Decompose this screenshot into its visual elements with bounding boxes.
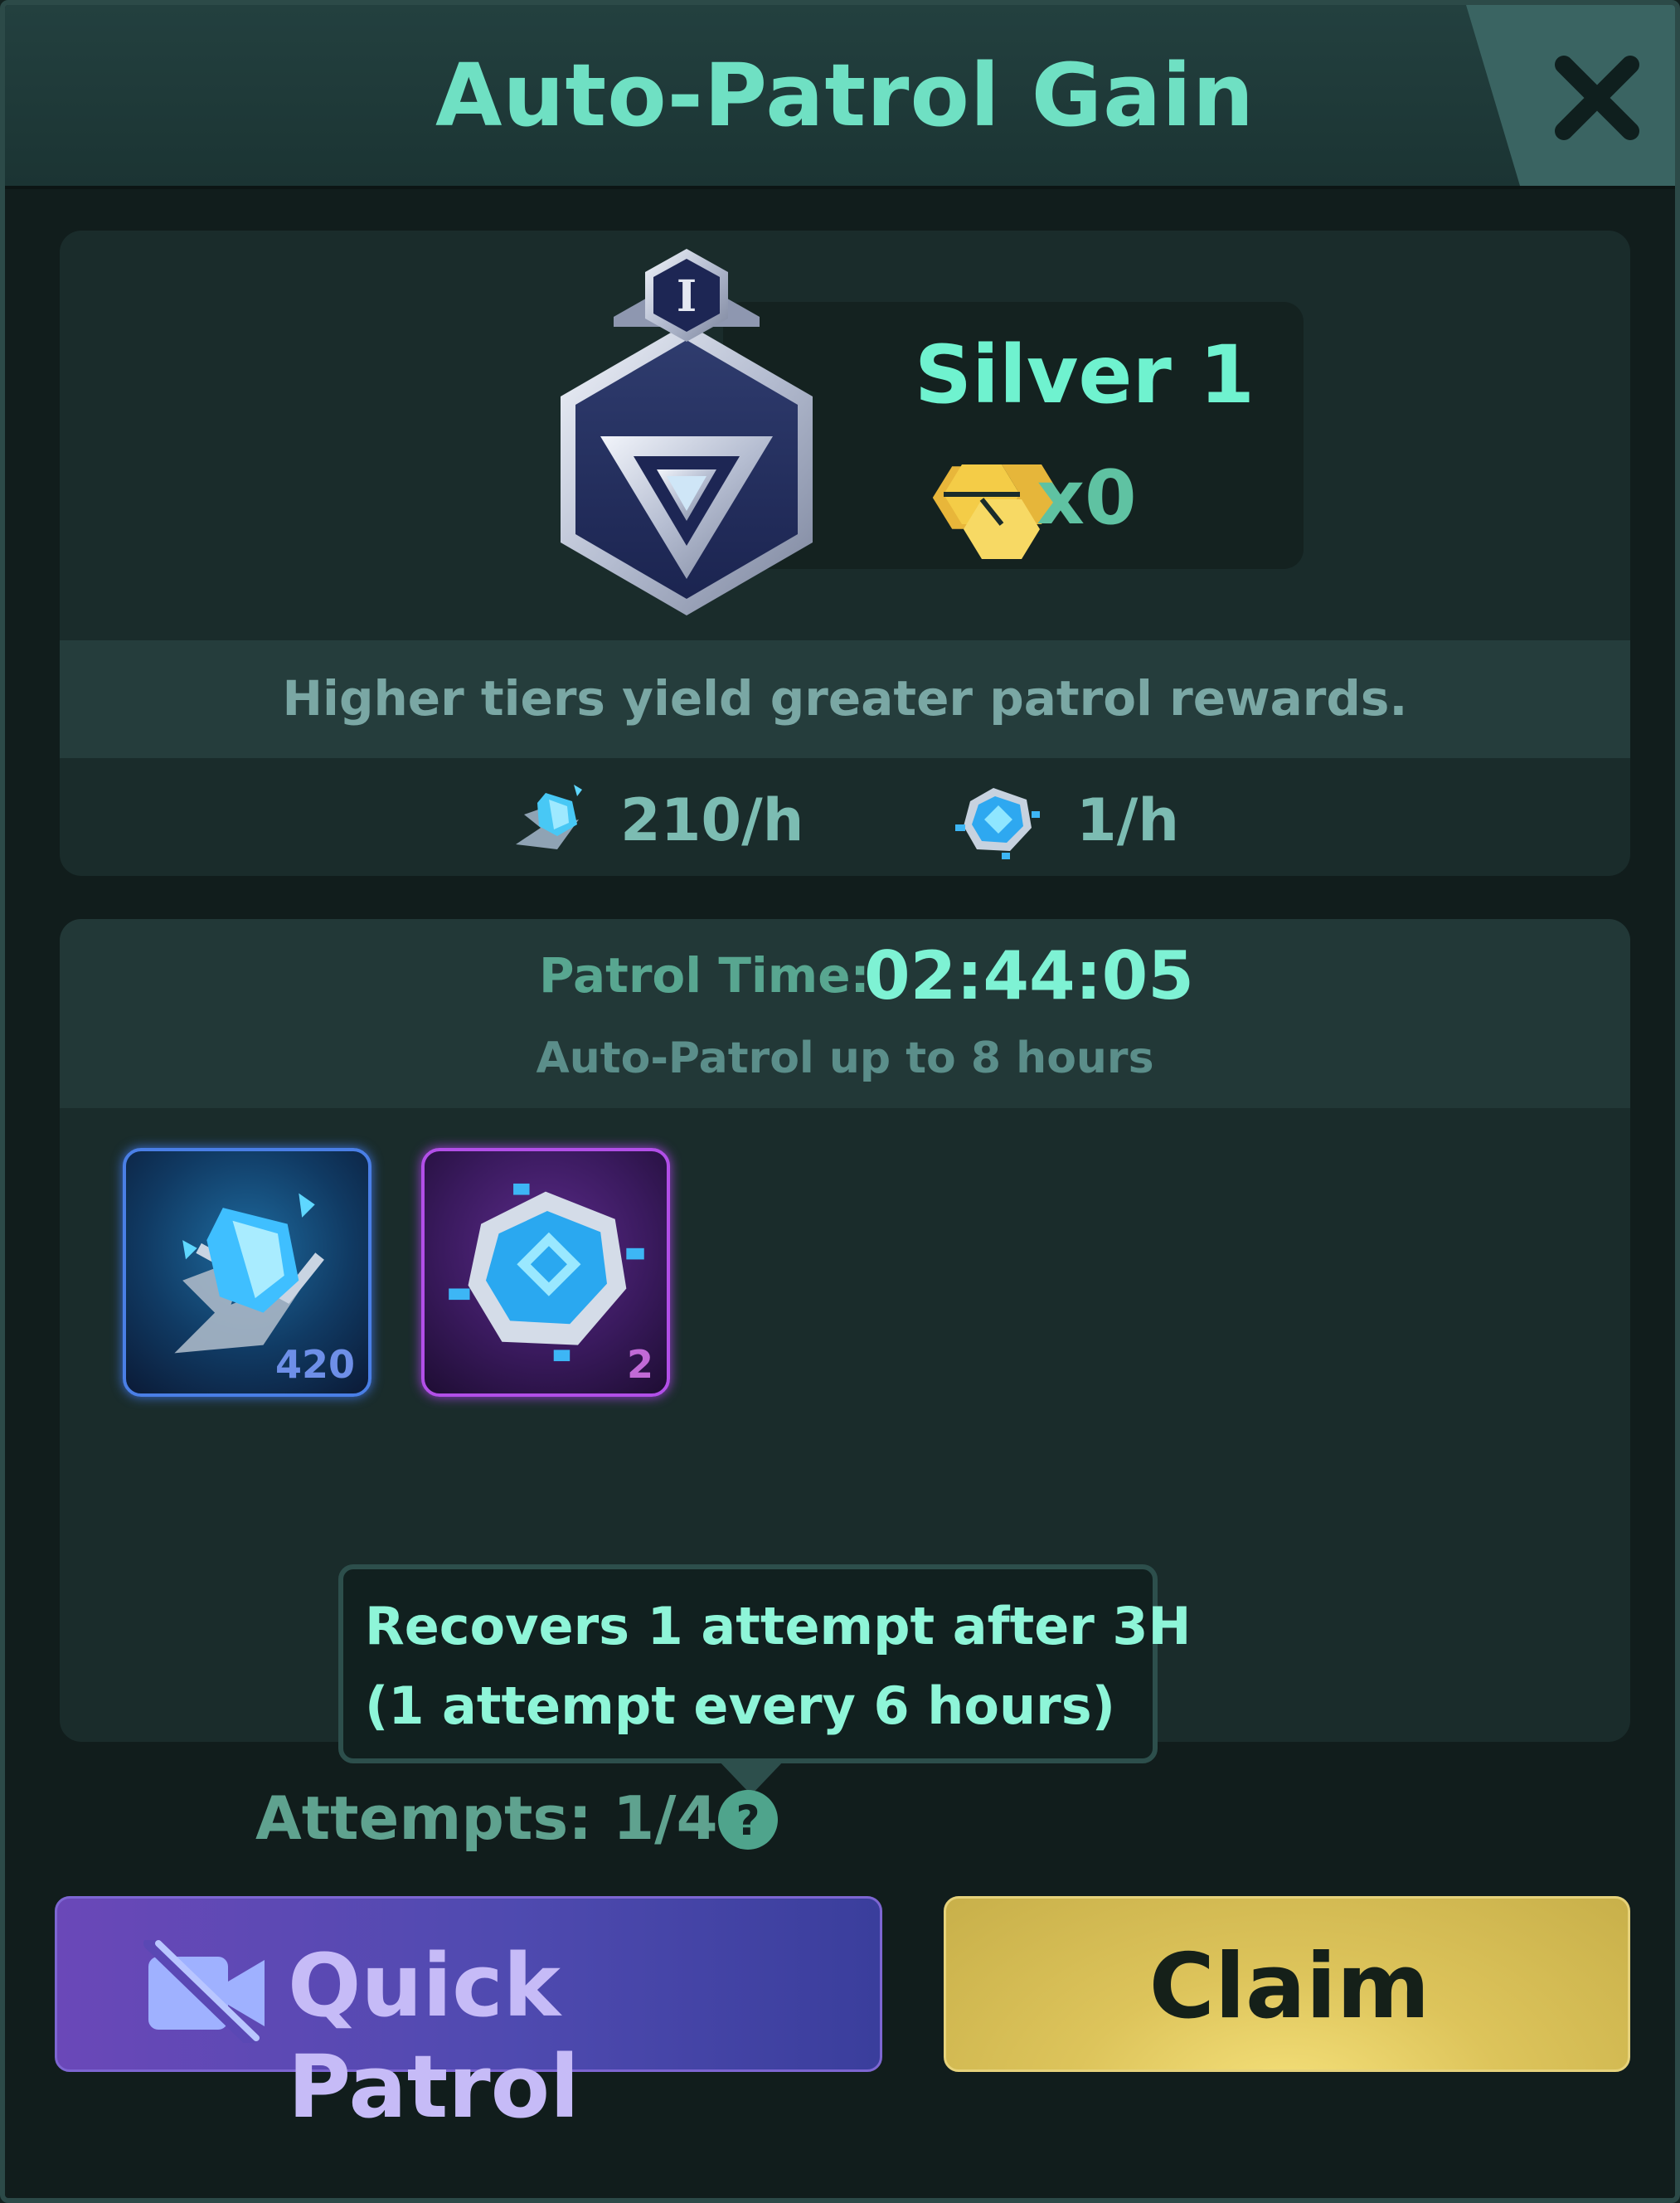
silver-tier-badge-icon: I	[561, 249, 813, 615]
close-icon[interactable]	[1547, 48, 1647, 148]
claim-label: Claim	[1148, 1935, 1430, 2039]
dialog-title: Auto-Patrol Gain	[435, 45, 1255, 146]
rank-name: Silver 1	[914, 328, 1255, 421]
patrol-header: Patrol Time: 02:44:05 Auto-Patrol up to …	[60, 919, 1630, 1108]
tooltip-line-2: (1 attempt every 6 hours)	[365, 1675, 1115, 1736]
svg-text:?: ?	[736, 1797, 760, 1845]
claim-button[interactable]: Claim	[944, 1896, 1630, 2072]
crystal-shard-icon	[516, 785, 582, 849]
no-video-icon	[143, 1940, 265, 2043]
rewards-hint: Higher tiers yield greater patrol reward…	[282, 670, 1408, 727]
rate-crystal: 210/h	[620, 786, 804, 854]
token-count: x0	[1037, 455, 1137, 542]
rank-panel: I Silver 1 x0 Higher tiers yield greater…	[60, 231, 1630, 876]
patrol-time-label: Patrol Time:	[539, 947, 870, 1004]
reward-item-crystal[interactable]: 420	[123, 1148, 371, 1397]
tier-numeral: I	[677, 271, 697, 322]
reward-item-chip[interactable]: 2	[421, 1148, 670, 1397]
rate-chip: 1/h	[1076, 786, 1180, 854]
patrol-limit-note: Auto-Patrol up to 8 hours	[536, 1033, 1154, 1083]
quick-patrol-button[interactable]: Quick Patrol	[55, 1896, 882, 2137]
auto-patrol-dialog: Auto-Patrol Gain I Silver 1 x0 Higher ti…	[0, 0, 1680, 2203]
tooltip-line-1: Recovers 1 attempt after 3H	[365, 1596, 1192, 1656]
chip-core-icon	[955, 788, 1040, 859]
quick-patrol-label: Quick Patrol	[288, 1935, 580, 2137]
attempts-tooltip: Recovers 1 attempt after 3H (1 attempt e…	[338, 1564, 1191, 1763]
hint-band: Higher tiers yield greater patrol reward…	[60, 640, 1630, 758]
question-icon[interactable]: ?	[716, 1788, 779, 1851]
item-count: 420	[274, 1342, 355, 1387]
title-bar: Auto-Patrol Gain	[5, 5, 1675, 189]
patrol-time-value: 02:44:05	[864, 937, 1194, 1014]
item-count: 2	[626, 1342, 653, 1387]
attempts-label: Attempts: 1/4	[255, 1783, 718, 1853]
